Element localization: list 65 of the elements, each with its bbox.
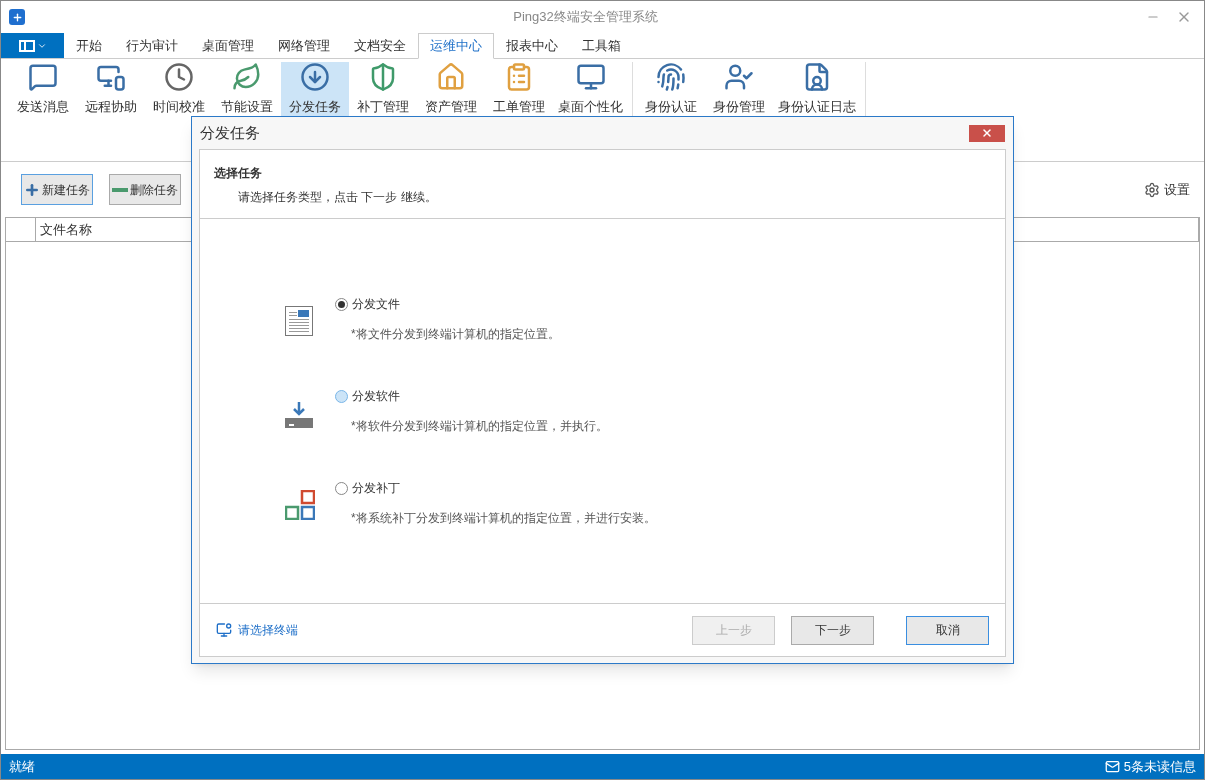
toolbar-button[interactable]: 新建任务 — [21, 174, 93, 205]
status-text: 就绪 — [9, 757, 35, 776]
radio-button[interactable] — [335, 297, 348, 311]
dialog-button[interactable]: 取消 — [906, 615, 989, 645]
user-check-icon — [724, 62, 754, 92]
ribbon-button[interactable]: 资产管理 — [417, 62, 485, 118]
option-description: *将软件分发到终端计算机的指定位置，并执行。 — [351, 418, 608, 435]
download-icon — [285, 400, 313, 428]
menu-tab[interactable]: 桌面管理 — [190, 33, 266, 58]
ribbon-button[interactable]: 工单管理 — [485, 62, 553, 118]
select-terminal-link[interactable]: 请选择终端 — [216, 621, 298, 639]
radio-option[interactable]: 分发软件 — [335, 387, 608, 405]
message-icon — [28, 62, 58, 92]
app-logo-icon — [9, 9, 25, 25]
clock-icon — [164, 62, 194, 92]
monitor-icon — [216, 622, 232, 638]
message-icon[interactable] — [1104, 759, 1120, 774]
ribbon-button[interactable]: 节能设置 — [213, 62, 281, 118]
ribbon-button[interactable]: 时间校准 — [145, 62, 213, 118]
close-icon — [981, 127, 993, 139]
minus-icon — [112, 187, 128, 192]
step-heading: 选择任务 — [214, 165, 263, 182]
window-title: Ping32终端安全管理系统 — [512, 8, 659, 27]
app-menu-button[interactable] — [1, 33, 64, 58]
radio-option[interactable]: 分发补丁 — [335, 479, 656, 497]
menu-tab[interactable]: 网络管理 — [266, 33, 342, 58]
unread-messages[interactable]: 5条未读信息 — [1123, 756, 1196, 777]
settings-icon — [1144, 181, 1160, 198]
fingerprint-icon — [656, 62, 686, 92]
ribbon-button[interactable]: 身份认证 — [637, 62, 705, 118]
option-label: 分发补丁 — [352, 480, 400, 497]
menu-tab[interactable]: 工具箱 — [570, 33, 633, 58]
panel-icon — [18, 39, 35, 52]
monitor-icon — [575, 62, 606, 92]
option-label: 分发文件 — [352, 296, 400, 313]
house-icon — [436, 62, 466, 92]
menu-tab[interactable]: 文档安全 — [342, 33, 418, 58]
menu-tab[interactable]: 报表中心 — [494, 33, 570, 58]
menu-tab[interactable]: 开始 — [64, 33, 114, 58]
ribbon-button[interactable]: 身份管理 — [705, 62, 773, 118]
step-instruction: 请选择任务类型，点击 下一步 继续。 — [238, 189, 438, 206]
radio-button[interactable] — [335, 481, 348, 495]
menu-tab[interactable]: 运维中心 — [418, 33, 494, 59]
option-description: *将系统补丁分发到终端计算机的指定位置，并进行安装。 — [351, 510, 656, 527]
ribbon-button[interactable]: 分发任务 — [281, 62, 349, 118]
ribbon-button[interactable]: 桌面个性化 — [553, 62, 628, 118]
option-description: *将文件分发到终端计算机的指定位置。 — [351, 326, 560, 343]
radio-button[interactable] — [335, 389, 348, 403]
settings-button[interactable]: 设置 — [1144, 179, 1190, 200]
ribbon-button[interactable]: 身份认证日志 — [773, 62, 861, 118]
plus-icon — [24, 181, 40, 198]
menu-tab[interactable]: 行为审计 — [114, 33, 190, 58]
squares-icon — [285, 490, 315, 520]
radio-option[interactable]: 分发文件 — [335, 295, 560, 313]
option-label: 分发软件 — [352, 388, 400, 405]
leaf-icon — [232, 62, 262, 92]
ribbon-button[interactable]: 补丁管理 — [349, 62, 417, 118]
ribbon-button[interactable]: 远程协助 — [77, 62, 145, 118]
document-icon — [285, 306, 313, 336]
ribbon-button[interactable]: 发送消息 — [9, 62, 77, 118]
download-icon — [300, 62, 330, 92]
dialog-title: 分发任务 — [200, 122, 261, 143]
close-button[interactable] — [969, 124, 1005, 142]
dialog-button[interactable]: 下一步 — [791, 615, 874, 645]
toolbar-button[interactable]: 删除任务 — [109, 174, 181, 205]
